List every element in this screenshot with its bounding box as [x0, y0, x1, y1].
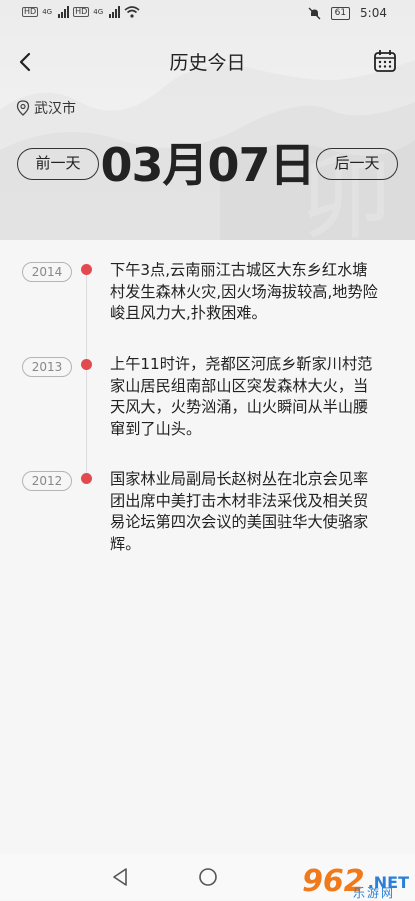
year-badge: 2013 — [22, 357, 72, 377]
mute-bell-icon — [308, 7, 321, 19]
status-right: 61 5:04 — [308, 6, 387, 20]
year-badge: 2012 — [22, 471, 72, 491]
network-label: 4G — [42, 8, 53, 16]
watermark-subtitle: 乐游网 — [352, 886, 395, 900]
calendar-icon[interactable] — [371, 47, 399, 75]
nav-home-icon[interactable] — [198, 867, 218, 887]
timeline-dot — [81, 264, 92, 275]
title-bar: 历史今日 — [0, 40, 415, 84]
event-text: 国家林业局副局长赵树丛在北京会见率团出席中美打击木材非法采伐及相关贸易论坛第四次… — [110, 470, 369, 553]
status-bar: HD 4G HD 4G 61 5:04 — [0, 0, 415, 32]
battery-icon: 61 — [330, 6, 351, 20]
location-label: 武汉市 — [34, 101, 76, 117]
next-day-button[interactable]: 后一天 — [316, 148, 398, 180]
hd-badge-2: HD — [73, 7, 90, 17]
event-text: 下午3点,云南丽江古城区大东乡红水塘村发生森林火灾,因火场海拔较高,地势险峻且风… — [110, 261, 378, 322]
timeline-dot — [81, 473, 92, 484]
event-text: 上午11时许，尧都区河底乡靳家川村范家山居民组南部山区突发森林大火，当天风大，火… — [110, 355, 373, 438]
signal-icon-2 — [109, 6, 121, 18]
location[interactable]: 武汉市 — [16, 98, 76, 118]
signal-icon — [58, 6, 70, 18]
system-navigation-bar: 962 .NET 乐游网 — [0, 854, 415, 900]
network-label-2: 4G — [93, 8, 104, 16]
wifi-icon — [124, 6, 140, 18]
status-left: HD 4G HD 4G — [22, 6, 140, 18]
nav-back-icon[interactable] — [111, 867, 129, 887]
timeline-line — [86, 268, 87, 480]
year-badge: 2014 — [22, 262, 72, 282]
timeline-dot — [81, 359, 92, 370]
clock: 5:04 — [360, 6, 387, 20]
hd-badge: HD — [22, 7, 39, 17]
page-title: 历史今日 — [169, 52, 246, 74]
header-background: 卯 HD 4G HD 4G 61 5:04 历史今日 武汉市 前一天 03月07… — [0, 0, 415, 240]
location-pin-icon — [16, 100, 30, 116]
